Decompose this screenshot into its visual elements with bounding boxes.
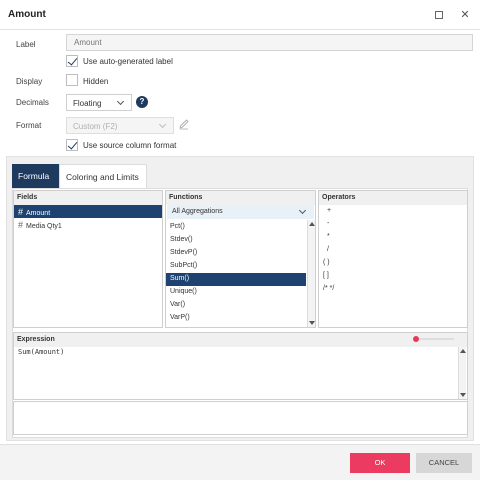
hidden-checkbox[interactable] <box>66 74 78 86</box>
field-label: Media Qty1 <box>26 223 62 230</box>
chevron-down-icon <box>116 97 125 106</box>
format-value: Custom (F2) <box>73 122 118 131</box>
fields-title: Fields <box>14 191 162 205</box>
chevron-down-icon <box>158 120 167 129</box>
operators-panel: Operators + - * / ( ) [ ] /* */ <box>318 190 468 328</box>
format-caption: Format <box>16 121 42 130</box>
operator-item[interactable]: ( ) <box>319 257 467 270</box>
functions-filter-select[interactable]: All Aggregations <box>167 205 314 219</box>
source-format-checkbox[interactable] <box>66 139 78 151</box>
chevron-down-icon <box>298 206 307 215</box>
ok-button[interactable]: OK <box>350 453 410 473</box>
operator-item[interactable]: / <box>319 244 467 257</box>
functions-scrollbar[interactable] <box>307 220 315 327</box>
help-icon[interactable]: ? <box>136 96 148 108</box>
expression-scrollbar[interactable] <box>458 347 466 399</box>
editor-size-slider[interactable] <box>414 338 454 340</box>
expression-title: Expression <box>14 333 467 347</box>
decimals-value: Floating <box>73 99 102 108</box>
dialog-title: Amount <box>8 9 46 20</box>
function-item[interactable]: Pct() <box>166 221 306 234</box>
operator-item[interactable]: [ ] <box>319 270 467 283</box>
functions-title: Functions <box>166 191 315 205</box>
function-item[interactable]: Unique() <box>166 286 306 299</box>
decimals-caption: Decimals <box>16 98 49 107</box>
label-input[interactable] <box>66 34 473 51</box>
operator-item[interactable]: /* */ <box>319 283 467 296</box>
functions-panel: Functions All Aggregations Pct() Stdev()… <box>165 190 316 328</box>
function-item[interactable]: Var() <box>166 299 306 312</box>
numeric-field-icon: # <box>18 207 24 217</box>
expression-panel: Expression Sum(Amount) <box>13 332 468 400</box>
label-caption: Label <box>16 40 36 49</box>
operator-item[interactable]: * <box>319 231 467 244</box>
function-item[interactable]: SubPct() <box>166 260 306 273</box>
operator-item[interactable]: + <box>319 205 467 218</box>
scroll-up-icon[interactable] <box>460 349 466 353</box>
scroll-down-icon[interactable] <box>309 321 315 325</box>
numeric-field-icon: # <box>18 220 24 230</box>
tab-formula[interactable]: Formula <box>12 164 59 188</box>
function-item[interactable]: Sum() <box>166 273 306 286</box>
scroll-down-icon[interactable] <box>460 393 466 397</box>
auto-label-text: Use auto-generated label <box>83 57 173 66</box>
title-bar <box>0 0 480 30</box>
auto-label-checkbox[interactable] <box>66 55 78 67</box>
functions-list: Pct() Stdev() StdevP() SubPct() Sum() Un… <box>166 221 306 325</box>
function-item[interactable]: VarP() <box>166 312 306 325</box>
tab-coloring-and-limits[interactable]: Coloring and Limits <box>59 164 147 188</box>
scroll-up-icon[interactable] <box>309 222 315 226</box>
slider-handle[interactable] <box>413 336 419 342</box>
field-item-amount[interactable]: # Amount <box>14 205 162 218</box>
decimals-select[interactable]: Floating <box>66 94 132 111</box>
function-item[interactable]: Stdev() <box>166 234 306 247</box>
source-format-text: Use source column format <box>83 141 177 150</box>
expression-output-area <box>13 401 468 435</box>
pencil-icon[interactable] <box>178 118 190 130</box>
maximize-icon[interactable] <box>432 8 446 22</box>
field-item-media-qty1[interactable]: # Media Qty1 <box>14 218 162 231</box>
function-item[interactable]: StdevP() <box>166 247 306 260</box>
close-icon[interactable]: ✕ <box>458 8 472 22</box>
fields-panel: Fields # Amount # Media Qty1 <box>13 190 163 328</box>
format-select[interactable]: Custom (F2) <box>66 117 174 134</box>
display-caption: Display <box>16 77 43 86</box>
operators-title: Operators <box>319 191 467 205</box>
hidden-text: Hidden <box>83 77 109 86</box>
operator-item[interactable]: - <box>319 218 467 231</box>
cancel-button[interactable]: CANCEL <box>416 453 472 473</box>
expression-editor[interactable]: Sum(Amount) <box>18 348 64 356</box>
functions-filter-value: All Aggregations <box>172 208 223 215</box>
field-label: Amount <box>26 210 51 217</box>
